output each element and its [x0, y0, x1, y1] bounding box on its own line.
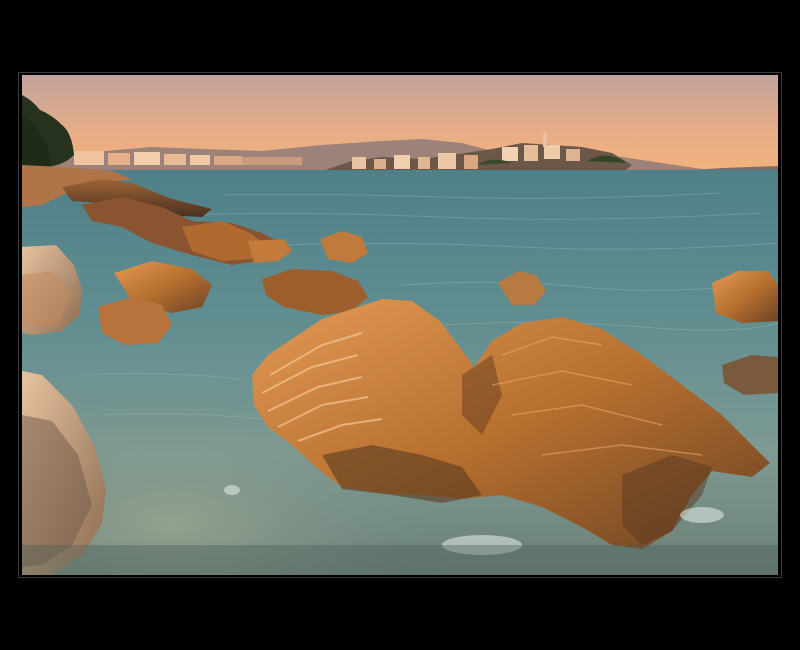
photo-canvas: [22, 75, 778, 575]
rock-right-edge: [712, 271, 778, 323]
landscape-photo: [22, 75, 778, 575]
